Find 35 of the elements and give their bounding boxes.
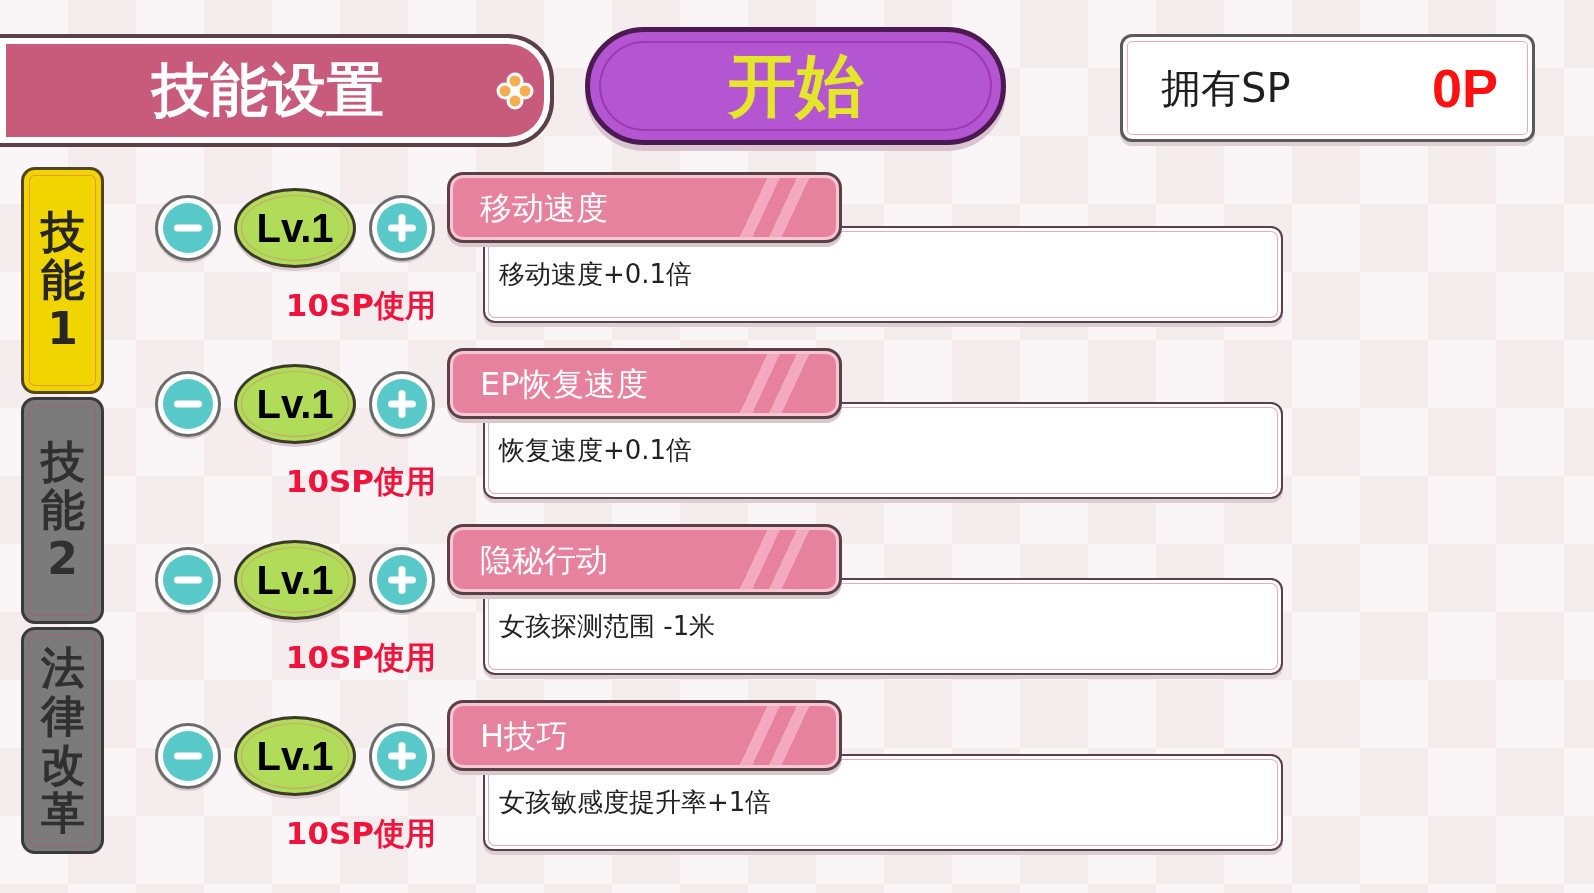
skill-description: 恢复速度+0.1倍 xyxy=(499,435,693,465)
plus-icon xyxy=(377,731,427,781)
level-indicator: Lv.1 xyxy=(234,188,356,268)
minus-button[interactable] xyxy=(155,723,221,789)
skill-description: 女孩敏感度提升率+1倍 xyxy=(499,787,772,817)
sp-cost-text: 10SP使用 xyxy=(285,638,436,677)
sp-value: 0P xyxy=(1431,56,1498,120)
flower-icon xyxy=(496,71,534,110)
sp-cost-text: 10SP使用 xyxy=(285,462,436,501)
screen-title: 技能设置 xyxy=(149,55,385,126)
minus-icon xyxy=(163,203,213,253)
skill-description: 女孩探测范围 -1米 xyxy=(499,611,716,641)
side-tab[interactable]: 技能1 xyxy=(21,167,104,394)
plus-button[interactable] xyxy=(369,195,435,261)
side-tab[interactable]: 技能2 xyxy=(21,397,104,624)
plus-icon xyxy=(377,203,427,253)
level-indicator: Lv.1 xyxy=(234,716,356,796)
level-indicator: Lv.1 xyxy=(234,540,356,620)
plus-button[interactable] xyxy=(369,723,435,789)
minus-button[interactable] xyxy=(155,547,221,613)
level-indicator: Lv.1 xyxy=(234,364,356,444)
minus-icon xyxy=(163,731,213,781)
sp-cost-text: 10SP使用 xyxy=(285,814,436,853)
minus-icon xyxy=(163,555,213,605)
minus-button[interactable] xyxy=(155,195,221,261)
plus-button[interactable] xyxy=(369,547,435,613)
side-tab[interactable]: 法律改革 xyxy=(21,627,104,854)
sp-label: 拥有SP xyxy=(1161,64,1291,113)
plus-icon xyxy=(377,555,427,605)
plus-button[interactable] xyxy=(369,371,435,437)
plus-icon xyxy=(377,379,427,429)
minus-icon xyxy=(163,379,213,429)
skill-description: 移动速度+0.1倍 xyxy=(499,259,693,289)
sp-cost-text: 10SP使用 xyxy=(285,286,436,325)
minus-button[interactable] xyxy=(155,371,221,437)
